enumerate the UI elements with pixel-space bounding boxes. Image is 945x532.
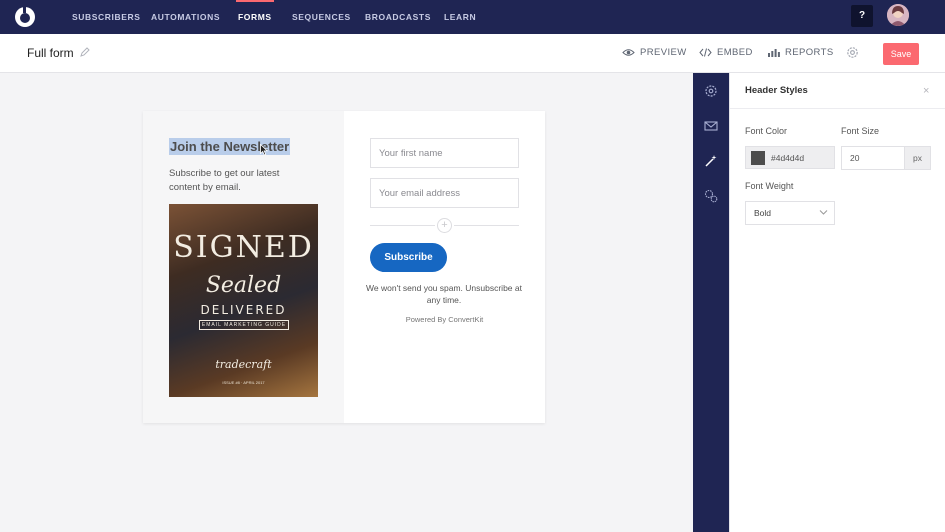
- nav-subscribers[interactable]: SUBSCRIBERS: [72, 0, 140, 34]
- form-heading[interactable]: Join the Newsletter: [169, 138, 291, 155]
- cover-title-sealed: Sealed: [205, 273, 282, 298]
- gear-icon[interactable]: [704, 84, 718, 98]
- settings-gear-icon[interactable]: [845, 45, 860, 60]
- powered-by-link[interactable]: Powered By ConvertKit: [370, 315, 519, 324]
- help-button[interactable]: ?: [851, 5, 873, 27]
- bar-chart-icon: [768, 49, 780, 57]
- ebook-cover-image[interactable]: SIGNED Sealed DELIVERED EMAIL MARKETING …: [169, 204, 318, 397]
- font-size-label: Font Size: [841, 126, 880, 136]
- nav-automations[interactable]: AUTOMATIONS: [151, 0, 220, 34]
- magic-wand-icon[interactable]: [704, 154, 718, 168]
- top-navigation: SUBSCRIBERS AUTOMATIONS FORMS SEQUENCES …: [0, 0, 945, 34]
- font-color-label: Font Color: [745, 126, 788, 136]
- subscribe-button[interactable]: Subscribe: [370, 243, 447, 272]
- mouse-cursor-icon: [260, 144, 269, 156]
- cover-title-delivered: DELIVERED: [200, 303, 287, 317]
- font-color-picker[interactable]: #4d4d4d: [745, 146, 835, 169]
- cog-group-icon[interactable]: [704, 189, 718, 203]
- divider-right: [454, 225, 519, 226]
- cover-brand: tradecraft: [215, 358, 272, 371]
- reports-button[interactable]: REPORTS: [768, 47, 834, 58]
- font-size-unit: px: [905, 146, 931, 170]
- nav-broadcasts[interactable]: BROADCASTS: [365, 0, 431, 34]
- preview-button[interactable]: PREVIEW: [622, 47, 687, 58]
- email-field[interactable]: [370, 178, 519, 208]
- chevron-down-icon: [819, 210, 828, 215]
- header-styles-panel: Header Styles × Font Color Font Size #4d…: [729, 73, 945, 532]
- convertkit-logo-icon[interactable]: [13, 5, 37, 29]
- font-color-value: #4d4d4d: [771, 153, 805, 163]
- form-title[interactable]: Full form: [27, 46, 74, 60]
- eye-icon: [622, 49, 635, 56]
- cover-title-signed: SIGNED: [173, 230, 314, 265]
- cover-issue: ISSUE #8 · APRIL 2017: [222, 380, 265, 385]
- avatar[interactable]: [887, 4, 909, 26]
- settings-rail: [693, 73, 729, 532]
- add-field-button[interactable]: +: [437, 218, 452, 233]
- form-description[interactable]: Subscribe to get our latest content by e…: [169, 167, 309, 195]
- font-weight-label: Font Weight: [745, 181, 794, 191]
- embed-button[interactable]: EMBED: [699, 47, 753, 58]
- divider-left: [370, 225, 435, 226]
- code-icon: [699, 48, 712, 57]
- preview-label: PREVIEW: [640, 47, 687, 58]
- panel-header: Header Styles ×: [730, 73, 945, 109]
- font-weight-value: Bold: [754, 208, 772, 218]
- form-preview: Join the Newsletter Subscribe to get our…: [143, 111, 545, 423]
- reports-label: REPORTS: [785, 47, 834, 58]
- form-toolbar: Full form PREVIEW EMBED REPORTS Save: [0, 34, 945, 73]
- nav-learn[interactable]: LEARN: [444, 0, 476, 34]
- font-size-input[interactable]: [841, 146, 905, 170]
- close-icon[interactable]: ×: [923, 85, 929, 97]
- panel-title: Header Styles: [745, 85, 808, 96]
- user-avatar-icon: [887, 4, 909, 26]
- form-left-column: Join the Newsletter Subscribe to get our…: [143, 111, 344, 423]
- font-weight-select[interactable]: Bold: [745, 201, 835, 225]
- pencil-icon[interactable]: [80, 47, 90, 57]
- spam-disclaimer[interactable]: We won't send you spam. Unsubscribe at a…: [365, 282, 523, 306]
- nav-sequences[interactable]: SEQUENCES: [292, 0, 351, 34]
- mail-icon[interactable]: [704, 119, 718, 133]
- first-name-field[interactable]: [370, 138, 519, 168]
- save-button[interactable]: Save: [883, 43, 919, 65]
- embed-label: EMBED: [717, 47, 753, 58]
- nav-forms[interactable]: FORMS: [236, 0, 274, 34]
- cover-subtitle: EMAIL MARKETING GUIDE: [199, 320, 289, 330]
- color-swatch[interactable]: [751, 151, 765, 165]
